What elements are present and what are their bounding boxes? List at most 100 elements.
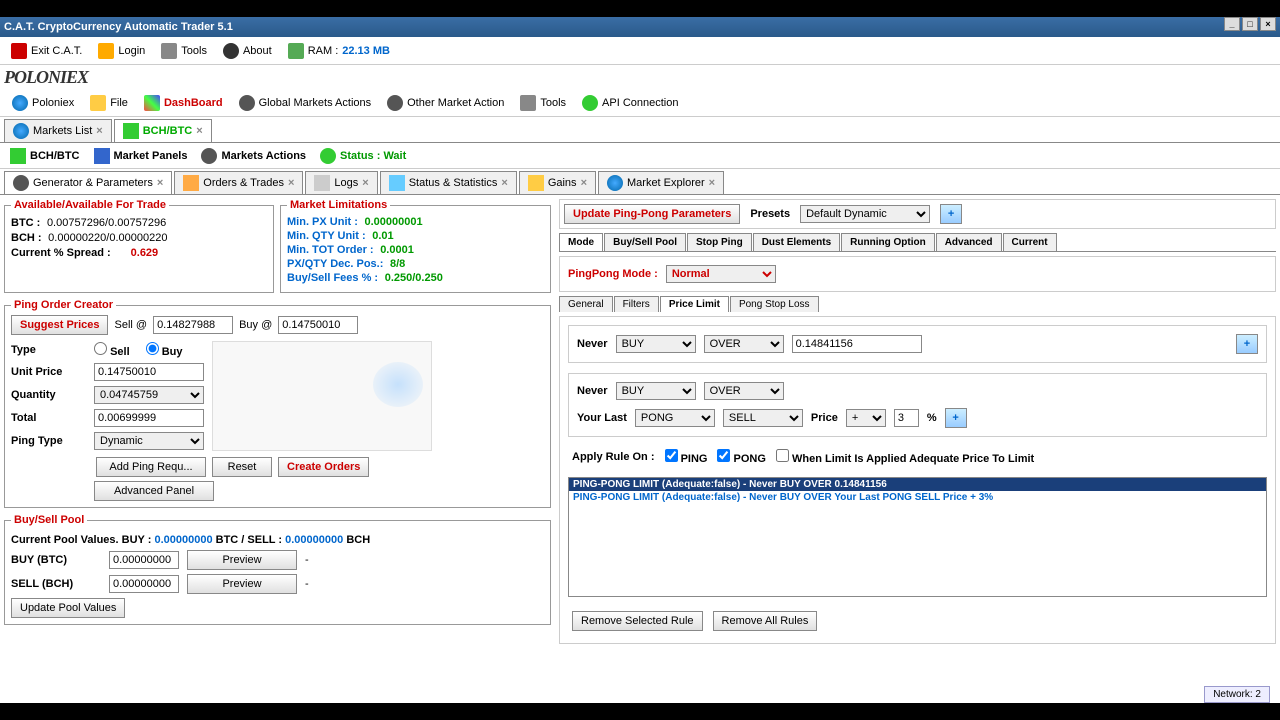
pingpong-mode-select[interactable]: Normal — [666, 265, 776, 283]
global-markets-button[interactable]: Global Markets Actions — [231, 92, 380, 114]
update-pool-button[interactable]: Update Pool Values — [11, 598, 125, 618]
check-icon — [582, 95, 598, 111]
buy-at-input[interactable] — [278, 316, 358, 334]
panels-icon — [94, 148, 110, 164]
market-toolbar: BCH/BTC Market Panels Markets Actions St… — [0, 143, 1280, 169]
apply-pong-checkbox[interactable]: PONG — [717, 449, 765, 465]
suggest-prices-button[interactable]: Suggest Prices — [11, 315, 108, 335]
pool-buy-preview-button[interactable]: Preview — [187, 550, 297, 570]
tab-explorer[interactable]: Market Explorer× — [598, 171, 724, 194]
tab-gains[interactable]: Gains× — [519, 171, 596, 194]
login-button[interactable]: Login — [91, 40, 152, 62]
rtab-running[interactable]: Running Option — [841, 233, 935, 251]
close-icon[interactable]: × — [96, 125, 102, 137]
rule2-add-button[interactable]: + — [945, 408, 967, 428]
rtab-current[interactable]: Current — [1003, 233, 1057, 251]
exchange-logo: POLONIEX — [4, 67, 88, 87]
tools-icon — [520, 95, 536, 111]
tab-stats[interactable]: Status & Statistics× — [380, 171, 517, 194]
close-icon[interactable]: × — [196, 125, 202, 137]
poc-legend: Ping Order Creator — [11, 299, 116, 311]
close-icon[interactable]: × — [288, 177, 294, 189]
minimize-button[interactable]: _ — [1224, 17, 1240, 31]
rtab-dust[interactable]: Dust Elements — [753, 233, 840, 251]
rule1-add-button[interactable]: + — [1236, 334, 1258, 354]
stab-filters[interactable]: Filters — [614, 296, 659, 312]
rtab-stop-ping[interactable]: Stop Ping — [687, 233, 752, 251]
dashboard-button[interactable]: DashBoard — [136, 92, 231, 114]
rule2-sign-select[interactable]: + — [846, 409, 886, 427]
advanced-panel-button[interactable]: Advanced Panel — [94, 481, 214, 501]
rtab-advanced[interactable]: Advanced — [936, 233, 1002, 251]
close-button[interactable]: × — [1260, 17, 1276, 31]
apply-limit-checkbox[interactable]: When Limit Is Applied Adequate Price To … — [776, 449, 1034, 465]
pool-sell-input[interactable] — [109, 575, 179, 593]
reset-button[interactable]: Reset — [212, 457, 272, 477]
apply-ping-checkbox[interactable]: PING — [665, 449, 708, 465]
tools-menu[interactable]: Tools — [154, 40, 214, 62]
other-market-button[interactable]: Other Market Action — [379, 92, 512, 114]
exchange-button[interactable]: Poloniex — [4, 92, 82, 114]
api-connection[interactable]: API Connection — [574, 92, 686, 114]
sell-at-input[interactable] — [153, 316, 233, 334]
tab-bchbtc[interactable]: BCH/BTC× — [114, 119, 212, 142]
window-title: C.A.T. CryptoCurrency Automatic Trader 5… — [4, 17, 233, 37]
stab-general[interactable]: General — [559, 296, 613, 312]
globe-icon — [12, 95, 28, 111]
quantity-select[interactable]: 0.04745759 — [94, 386, 204, 404]
pool-buy-input[interactable] — [109, 551, 179, 569]
rtab-bsp[interactable]: Buy/Sell Pool — [604, 233, 686, 251]
tab-logs[interactable]: Logs× — [305, 171, 377, 194]
create-orders-button[interactable]: Create Orders — [278, 457, 369, 477]
globe-icon — [607, 175, 623, 191]
tab-markets-list[interactable]: Markets List× — [4, 119, 112, 142]
unit-price-input[interactable] — [94, 363, 204, 381]
type-sell-radio[interactable]: Sell — [94, 342, 130, 358]
rule2-op-select[interactable]: OVER — [704, 382, 784, 400]
market-pair-button[interactable]: BCH/BTC — [4, 145, 86, 167]
rule1-value-input[interactable] — [792, 335, 922, 353]
close-icon[interactable]: × — [709, 177, 715, 189]
markets-actions-button[interactable]: Markets Actions — [195, 145, 312, 167]
panel-tab-bar: Generator & Parameters× Orders & Trades×… — [0, 169, 1280, 195]
maximize-button[interactable]: □ — [1242, 17, 1258, 31]
close-icon[interactable]: × — [501, 177, 507, 189]
ram-value: 22.13 MB — [342, 45, 390, 57]
tools2-menu[interactable]: Tools — [512, 92, 574, 114]
add-ping-button[interactable]: Add Ping Requ... — [96, 457, 206, 477]
market-panels-button[interactable]: Market Panels — [88, 145, 194, 167]
rtab-mode[interactable]: Mode — [559, 233, 603, 251]
pingpong-mode-box: PingPong Mode : Normal — [559, 256, 1276, 292]
rule2-ref-side-select[interactable]: SELL — [723, 409, 803, 427]
stats-icon — [389, 175, 405, 191]
exit-button[interactable]: Exit C.A.T. — [4, 40, 89, 62]
rule2-ref-select[interactable]: PONG — [635, 409, 715, 427]
file-menu[interactable]: File — [82, 92, 136, 114]
exchange-toolbar: Poloniex File DashBoard Global Markets A… — [0, 89, 1280, 117]
close-icon[interactable]: × — [581, 177, 587, 189]
ping-type-select[interactable]: Dynamic — [94, 432, 204, 450]
stab-price-limit[interactable]: Price Limit — [660, 296, 729, 312]
presets-select[interactable]: Default Dynamic — [800, 205, 930, 223]
rule2-pct-input[interactable] — [894, 409, 919, 427]
total-input[interactable] — [94, 409, 204, 427]
stab-pong-stop-loss[interactable]: Pong Stop Loss — [730, 296, 819, 312]
type-buy-radio[interactable]: Buy — [146, 342, 183, 358]
rule2-side-select[interactable]: BUY — [616, 382, 696, 400]
rule1-op-select[interactable]: OVER — [704, 335, 784, 353]
rule-item[interactable]: PING-PONG LIMIT (Adequate:false) - Never… — [569, 491, 1266, 504]
list-icon — [183, 175, 199, 191]
rules-list[interactable]: PING-PONG LIMIT (Adequate:false) - Never… — [568, 477, 1267, 597]
close-icon[interactable]: × — [157, 177, 163, 189]
rule1-side-select[interactable]: BUY — [616, 335, 696, 353]
about-button[interactable]: About — [216, 40, 279, 62]
close-icon[interactable]: × — [362, 177, 368, 189]
remove-all-button[interactable]: Remove All Rules — [713, 611, 818, 631]
preset-add-button[interactable]: + — [940, 204, 962, 224]
update-pingpong-button[interactable]: Update Ping-Pong Parameters — [564, 204, 740, 224]
tab-generator[interactable]: Generator & Parameters× — [4, 171, 172, 194]
rule-item[interactable]: PING-PONG LIMIT (Adequate:false) - Never… — [569, 478, 1266, 491]
pool-sell-preview-button[interactable]: Preview — [187, 574, 297, 594]
tab-orders[interactable]: Orders & Trades× — [174, 171, 303, 194]
remove-selected-button[interactable]: Remove Selected Rule — [572, 611, 703, 631]
